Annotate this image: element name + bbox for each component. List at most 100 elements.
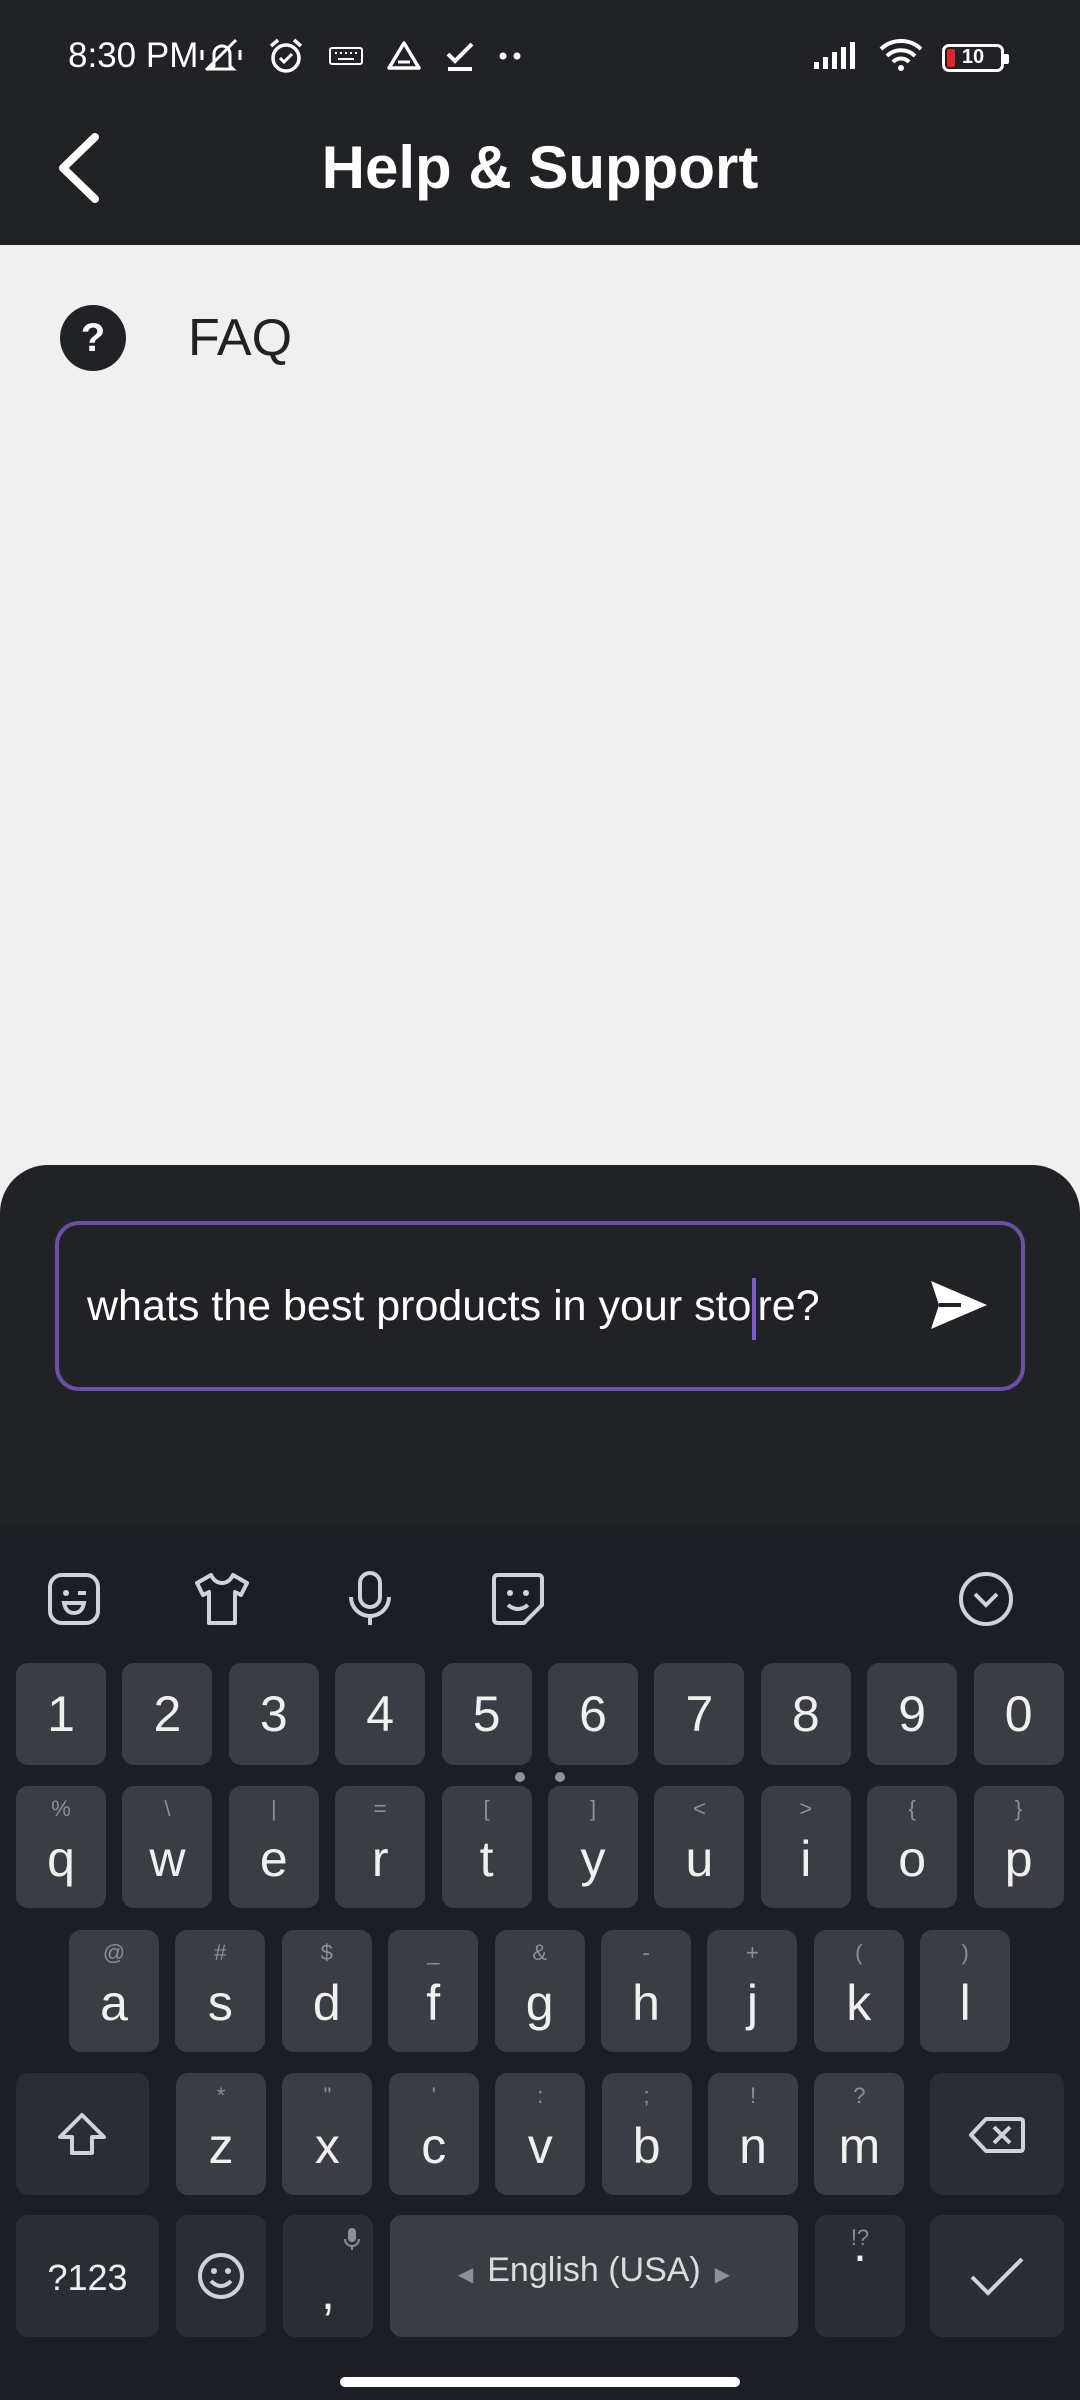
- key-r-hint: =: [373, 1796, 387, 1821]
- key-p-label: p: [1004, 1831, 1033, 1887]
- key-v[interactable]: :v: [495, 2073, 586, 2195]
- message-input[interactable]: whats the best products in your sto re?: [55, 1221, 1025, 1391]
- battery-icon: 10: [942, 43, 1009, 72]
- key-n[interactable]: ! n: [708, 2073, 798, 2195]
- key-z-label: z: [208, 2118, 234, 2174]
- key-p-hint: }: [1014, 1796, 1023, 1821]
- key-i[interactable]: > i: [760, 1786, 851, 1908]
- arrow-left-icon: ◀: [457, 2264, 474, 2286]
- status-icons: [200, 36, 522, 76]
- shift-icon: [58, 2113, 106, 2155]
- key-c[interactable]: ' c: [388, 2073, 479, 2195]
- key-w-label: w: [149, 1831, 186, 1887]
- space-bar-label: ◀ English (USA) ▶: [390, 2251, 798, 2290]
- comma-key[interactable]: ,: [283, 2215, 373, 2337]
- key-e-label: e: [259, 1831, 288, 1887]
- key-d-hint: $: [320, 1940, 333, 1965]
- checkmark-icon: [444, 40, 476, 72]
- soft-keyboard: 1 2 3 4 5 6 7 8 9 0% q \ w | e = r[t] y < u > i{o} p @ a # s $ d _ f & g…: [0, 1527, 1080, 2400]
- key-c-hint: ': [431, 2083, 436, 2108]
- key-a-hint: @: [102, 1940, 126, 1965]
- enter-key[interactable]: [930, 2215, 1064, 2337]
- send-button[interactable]: [927, 1275, 991, 1335]
- key-6[interactable]: 6: [548, 1663, 638, 1765]
- key-9[interactable]: 9: [867, 1663, 958, 1765]
- key-b[interactable]: ; b: [601, 2073, 692, 2195]
- key-7[interactable]: 7: [654, 1663, 745, 1765]
- key-j-label: j: [746, 1975, 758, 2031]
- key-l-hint: ): [961, 1940, 969, 1965]
- key-2[interactable]: 2: [122, 1663, 213, 1765]
- key-x[interactable]: " x: [282, 2073, 373, 2195]
- key-o-hint: {: [908, 1796, 916, 1821]
- key-s-label: s: [207, 1975, 233, 2031]
- key-q-label: q: [47, 1831, 75, 1887]
- emoji-key[interactable]: [176, 2215, 266, 2337]
- more-notifications-icon: [498, 51, 522, 61]
- symbols-key[interactable]: ?123: [16, 2215, 159, 2337]
- key-h-hint: -: [642, 1940, 650, 1965]
- home-indicator[interactable]: [340, 2377, 740, 2387]
- key-y[interactable]: ] y: [548, 1786, 638, 1908]
- key-p[interactable]: } p: [973, 1786, 1064, 1908]
- key-o-label: o: [898, 1831, 927, 1887]
- text-caret: [752, 1277, 757, 1340]
- mic-hint-icon: [344, 2228, 360, 2250]
- key-r[interactable]: = r: [335, 1786, 426, 1908]
- comma-key-label: ,: [321, 2264, 335, 2320]
- key-a[interactable]: @ a: [69, 1930, 159, 2052]
- period-key[interactable]: !?.: [815, 2215, 905, 2337]
- backspace-key[interactable]: [930, 2073, 1064, 2195]
- key-a-label: a: [100, 1975, 128, 2031]
- key-5[interactable]: 5: [441, 1663, 532, 1765]
- key-u[interactable]: < u: [654, 1786, 745, 1908]
- key-h[interactable]: -h: [601, 1930, 691, 2052]
- theme-shirt-icon[interactable]: [190, 1567, 254, 1631]
- key-e[interactable]: | e: [228, 1786, 319, 1908]
- space-bar[interactable]: ◀ English (USA) ▶: [390, 2215, 798, 2337]
- status-right: 10: [812, 38, 1009, 77]
- key-m[interactable]: ? m: [814, 2073, 905, 2195]
- language-label: English (USA): [487, 2251, 701, 2289]
- key-n-label: n: [739, 2118, 767, 2174]
- emoji-sticker-icon[interactable]: [486, 1567, 550, 1631]
- key-f[interactable]: _ f: [388, 1930, 479, 2052]
- key-0-label: 0: [1004, 1686, 1033, 1742]
- key-5-label: 5: [472, 1686, 501, 1742]
- key-q[interactable]: % q: [16, 1786, 106, 1908]
- microphone-icon[interactable]: [338, 1567, 402, 1631]
- key-k-hint: (: [855, 1940, 863, 1965]
- collapse-keyboard-icon[interactable]: [954, 1567, 1018, 1631]
- key-8-label: 8: [791, 1686, 820, 1742]
- shift-key[interactable]: [16, 2073, 149, 2195]
- wifi-icon: [878, 38, 924, 77]
- key-s[interactable]: # s: [175, 1930, 266, 2052]
- battery-level: 10: [961, 46, 985, 68]
- key-w[interactable]: \ w: [122, 1786, 213, 1908]
- key-1[interactable]: 1: [16, 1663, 106, 1765]
- key-t[interactable]: [t: [441, 1786, 532, 1908]
- key-k[interactable]: (k: [813, 1930, 904, 2052]
- message-text-after-caret: re?: [757, 1282, 820, 1330]
- key-l[interactable]: ) l: [920, 1930, 1011, 2052]
- key-f-label: f: [426, 1975, 441, 2031]
- sticker-icon[interactable]: [42, 1567, 106, 1631]
- arrow-right-icon: ▶: [714, 2264, 731, 2286]
- key-d[interactable]: $ d: [281, 1930, 372, 2052]
- key-0[interactable]: 0: [973, 1663, 1064, 1765]
- key-4[interactable]: 4: [335, 1663, 426, 1765]
- key-d-label: d: [312, 1975, 341, 2031]
- key-1-label: 1: [47, 1686, 75, 1742]
- key-3[interactable]: 3: [228, 1663, 319, 1765]
- key-l-label: l: [959, 1975, 971, 2031]
- faq-item[interactable]: ? FAQ: [60, 305, 292, 371]
- key-4-label: 4: [366, 1686, 395, 1742]
- key-j[interactable]: + j: [707, 1930, 798, 2052]
- page-title: Help & Support: [321, 134, 759, 201]
- key-z[interactable]: * z: [176, 2073, 266, 2195]
- key-8[interactable]: 8: [760, 1663, 851, 1765]
- key-7-label: 7: [685, 1686, 714, 1742]
- key-g[interactable]: & g: [494, 1930, 585, 2052]
- symbols-key-label: ?123: [47, 2257, 128, 2298]
- key-o[interactable]: {o: [867, 1786, 958, 1908]
